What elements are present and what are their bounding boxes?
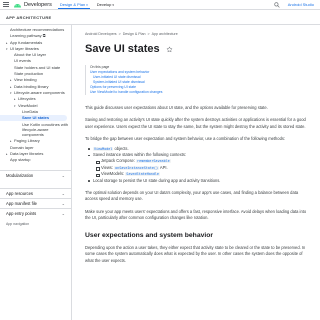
list-item-text: Local storage to persist the UI state du… bbox=[93, 177, 221, 183]
sidebar-item-label: Lifecycle-aware components bbox=[14, 89, 65, 95]
sidebar-item-label: Data binding library bbox=[14, 83, 49, 89]
intro-paragraph: This guide discusses user expectations a… bbox=[85, 105, 268, 110]
chevron-down-icon: ▾ bbox=[112, 3, 114, 7]
sidebar-item-label: ViewModel bbox=[18, 102, 38, 108]
tab-design-plan[interactable]: Design & Plan▾ bbox=[57, 1, 90, 9]
sidebar-item-kotlin-coroutines[interactable]: Use Kotlin coroutines with lifecycle-awa… bbox=[0, 121, 71, 138]
breadcrumb-link-app-architecture[interactable]: App architecture bbox=[152, 32, 178, 36]
savedstatehandle-code-link[interactable]: SavedStateHandle bbox=[125, 172, 160, 177]
sidebar-item-label: State production bbox=[14, 71, 44, 77]
tab-label: Develop bbox=[96, 2, 112, 7]
breadcrumb-link-android-developers[interactable]: Android Developers bbox=[85, 32, 117, 36]
viewmodel-code-link[interactable]: ViewModel bbox=[93, 146, 114, 151]
onsaveinstancestate-code-link[interactable]: onSaveInstanceState() bbox=[114, 165, 159, 170]
table-of-contents: On this page User expectations and syste… bbox=[85, 65, 195, 95]
sidebar-item-label: About the UI layer bbox=[14, 52, 47, 58]
chevron-down-icon: ⌄ bbox=[61, 172, 65, 178]
list-item-text: objects. bbox=[113, 145, 129, 151]
sidebar-group-app-entry-points[interactable]: App entry points ⌄ bbox=[0, 207, 71, 218]
sidebar-group-label: Modularization bbox=[6, 172, 34, 178]
sidebar-item-app-startup[interactable]: App startup bbox=[0, 157, 71, 163]
sidebar-item-label: View binding bbox=[14, 77, 37, 83]
bridge-paragraph: To bridge the gap between user expectati… bbox=[85, 136, 286, 142]
sidebar-item-label: Save UI states bbox=[22, 115, 50, 121]
sidebar-group-app-manifest[interactable]: App manifest file ⌄ bbox=[0, 197, 71, 208]
sidebar-item-label: Use Kotlin coroutines with lifecycle-awa… bbox=[22, 122, 69, 138]
sidebar-group-label: App manifest file bbox=[6, 200, 37, 206]
section-title: APP ARCHITECTURE bbox=[6, 15, 52, 20]
main-content: Android Developers > Design & Plan > App… bbox=[85, 25, 320, 320]
optimal-solution-paragraph: The optimal solution depends on your UI … bbox=[85, 190, 299, 202]
list-item-text: Jetpack Compose: bbox=[101, 158, 137, 164]
developers-logo[interactable]: Developers bbox=[13, 2, 52, 8]
breadcrumb-separator: > bbox=[118, 32, 121, 36]
sidebar-item-label: Paging Library bbox=[14, 138, 40, 144]
list-item-text: API. bbox=[159, 164, 168, 170]
sidebar-item-label: Learning pathway ⧉ bbox=[10, 33, 46, 39]
bookmark-star-icon[interactable] bbox=[166, 46, 173, 53]
sidebar-item-label: Domain layer bbox=[10, 144, 34, 150]
sidebar-group-label: App resources bbox=[6, 190, 33, 196]
sidebar-item-label: App startup bbox=[10, 157, 31, 163]
list-item-text: Saved instance states within the followi… bbox=[93, 152, 187, 158]
sidebar-group-app-resources[interactable]: App resources ⌄ bbox=[0, 187, 71, 198]
list-item-text: Views: bbox=[101, 164, 115, 170]
methods-list: ViewModel objects. Saved instance states… bbox=[85, 146, 320, 184]
sidebar-group-modularization[interactable]: Modularization ⌄ bbox=[0, 169, 71, 180]
sidebar-item-label: Lifecycles bbox=[18, 96, 36, 102]
remembersaveable-code-link[interactable]: rememberSaveable bbox=[136, 159, 171, 164]
hamburger-menu-icon[interactable] bbox=[3, 2, 9, 7]
list-item: Local storage to persist the UI state du… bbox=[85, 178, 320, 184]
sidebar-nav: Architecture recommendations Learning pa… bbox=[0, 25, 72, 320]
title-row: Save UI states bbox=[85, 43, 320, 55]
android-logo-icon bbox=[14, 3, 21, 7]
saving-paragraph: Saving and restoring an activity's UI st… bbox=[85, 117, 306, 129]
sidebar-item-label: LiveData bbox=[22, 108, 38, 114]
section-heading-user-expectations: User expectations and system behavior bbox=[85, 231, 214, 239]
breadcrumb: Android Developers > Design & Plan > App… bbox=[85, 32, 320, 36]
chevron-down-icon: ▾ bbox=[86, 2, 88, 7]
sidebar-item-label: App fundamentals bbox=[10, 39, 43, 45]
toc-link[interactable]: Use ViewModel to handle configuration ch… bbox=[90, 90, 195, 95]
sidebar-group-label: App entry points bbox=[6, 210, 37, 216]
breadcrumb-link-design-plan[interactable]: Design & Plan bbox=[123, 32, 146, 36]
search-icon[interactable] bbox=[274, 2, 280, 8]
android-studio-link[interactable]: Android Studio bbox=[288, 2, 314, 7]
sidebar-item-label: Architecture recommendations bbox=[10, 27, 65, 32]
sidebar-item-label: State holders and UI state bbox=[14, 64, 61, 70]
chevron-down-icon: ⌄ bbox=[61, 210, 65, 216]
sidebar-item-label: UI layer libraries bbox=[10, 45, 39, 51]
breadcrumb-separator: > bbox=[147, 32, 150, 36]
list-item-text: ViewModels: bbox=[101, 171, 126, 177]
tab-label: Design & Plan bbox=[59, 1, 86, 7]
page-title: Save UI states bbox=[85, 43, 160, 55]
sidebar-item-label: UI events bbox=[14, 58, 31, 64]
sidebar-item-label: Data layer libraries bbox=[10, 151, 44, 157]
logo-text: Developers bbox=[24, 1, 52, 8]
top-bar: Developers Design & Plan▾ Develop▾ Andro… bbox=[0, 0, 320, 10]
sidebar-footer-app-navigation[interactable]: App navigation bbox=[0, 222, 71, 226]
user-expectations-paragraph: Depending upon the action a user takes, … bbox=[85, 244, 306, 263]
tab-develop[interactable]: Develop▾ bbox=[95, 1, 116, 8]
expectations-paragraph: Make sure your app meets users' expectat… bbox=[85, 208, 307, 221]
section-bar: APP ARCHITECTURE bbox=[0, 11, 320, 25]
